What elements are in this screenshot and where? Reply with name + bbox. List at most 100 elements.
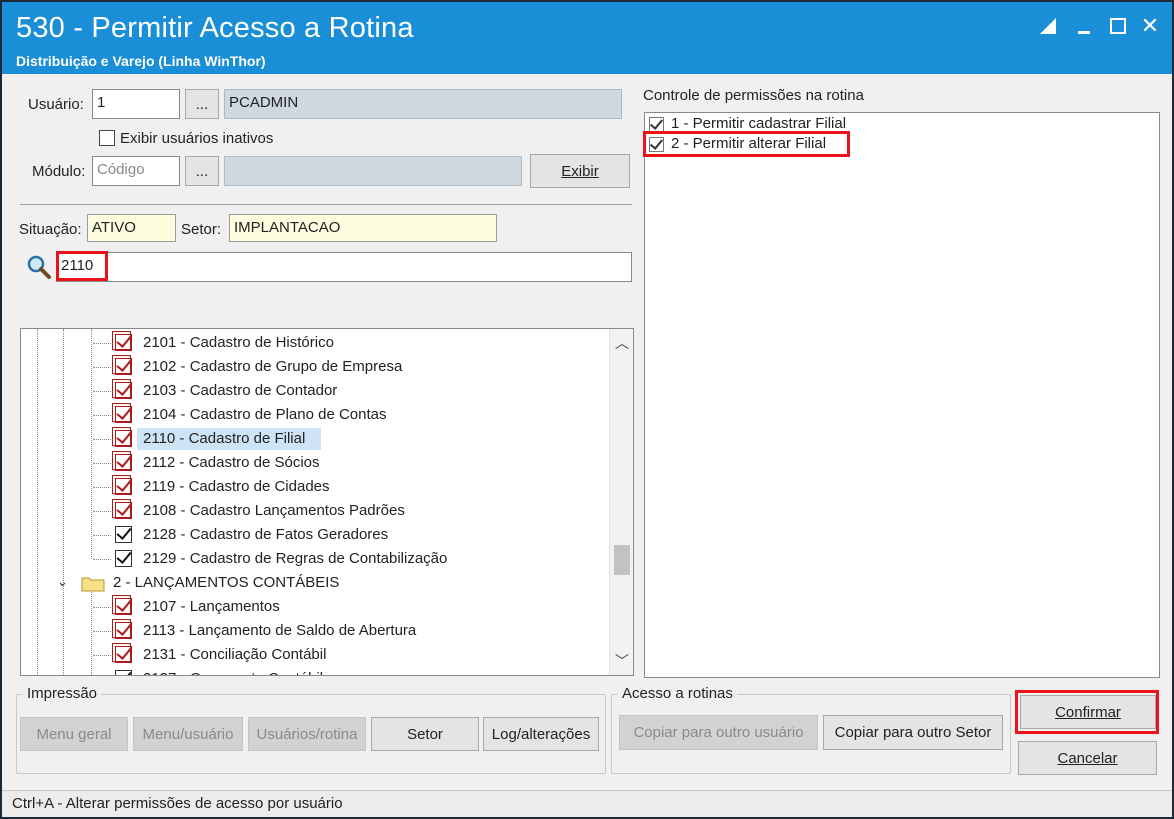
tree-item[interactable]: 2104 - Cadastro de Plano de Contas (21, 403, 611, 427)
chevron-down-icon[interactable]: ⌄ (57, 574, 68, 590)
tree-item-label: 2119 - Cadastro de Cidades (143, 478, 330, 495)
tree-item-checkbox[interactable] (112, 499, 132, 519)
tree-item-checkbox[interactable] (112, 643, 132, 663)
copiar-usuario-button[interactable]: Copiar para outro usuário (619, 715, 818, 750)
status-text: Ctrl+A - Alterar permissões de acesso po… (12, 795, 343, 812)
setor-label: Setor: (181, 221, 222, 238)
setor-field: IMPLANTACAO (229, 214, 497, 242)
exibir-button[interactable]: Exibir (530, 154, 630, 188)
copiar-usuario-label: Copiar para outro usuário (633, 724, 804, 741)
tree-item-label: 2128 - Cadastro de Fatos Geradores (143, 526, 389, 543)
copiar-setor-button[interactable]: Copiar para outro Setor (823, 715, 1003, 750)
tree-item[interactable]: 2137 - Orçamento Contábil (21, 667, 611, 675)
window-subtitle: Distribuição e Varejo (Linha WinThor) (16, 53, 266, 69)
scroll-down-icon[interactable]: ﹀ (615, 655, 629, 669)
status-bar: Ctrl+A - Alterar permissões de acesso po… (2, 790, 1172, 817)
tree-item-checkbox[interactable] (112, 355, 132, 375)
menu-geral-label: Menu geral (36, 725, 112, 743)
minimize-icon[interactable] (1070, 14, 1098, 38)
confirmar-button[interactable]: Confirmar (1020, 695, 1156, 729)
log-alteracoes-button[interactable]: Log/alterações (483, 717, 599, 751)
modulo-code-input[interactable]: Código (92, 156, 180, 186)
tree-item[interactable]: 2131 - Conciliação Contábil (21, 643, 611, 667)
scroll-thumb[interactable] (614, 545, 630, 575)
setor-button[interactable]: Setor (371, 717, 479, 751)
cancelar-label: Cancelar (1057, 749, 1118, 767)
situacao-field: ATIVO (87, 214, 176, 242)
exibir-inativos-label: Exibir usuários inativos (120, 130, 274, 147)
routine-tree[interactable]: 2101 - Cadastro de Histórico 2102 - Cadas… (20, 328, 634, 676)
copiar-setor-label: Copiar para outro Setor (834, 724, 992, 741)
tree-item-checkbox[interactable] (112, 619, 132, 639)
tree-item-label: 2129 - Cadastro de Regras de Contabiliza… (143, 550, 448, 567)
permissions-title: Controle de permissões na rotina (643, 87, 864, 104)
title-bar: 530 - Permitir Acesso a Rotina Distribui… (2, 2, 1172, 74)
scroll-up-icon[interactable]: ︿ (615, 337, 629, 351)
usuario-code-input[interactable]: 1 (92, 89, 180, 119)
modulo-name-field (224, 156, 522, 186)
search-icon (26, 254, 52, 280)
usuarios-rotina-label: Usuários/rotina (256, 725, 358, 743)
tree-item[interactable]: 2103 - Cadastro de Contador (21, 379, 611, 403)
close-icon[interactable]: ✕ (1136, 14, 1164, 39)
confirmar-label: Confirmar (1055, 703, 1121, 721)
restore-icon[interactable] (1034, 14, 1062, 38)
permission-label: 2 - Permitir alterar Filial (671, 135, 827, 152)
tree-folder[interactable]: ⌄ 2 - LANÇAMENTOS CONTÁBEIS (21, 571, 611, 595)
acesso-title: Acesso a rotinas (618, 685, 737, 702)
tree-item-checkbox[interactable] (112, 403, 132, 423)
exibir-inativos-checkbox[interactable] (99, 130, 115, 146)
tree-item-checkbox[interactable] (112, 331, 132, 351)
tree-item-checkbox[interactable] (115, 526, 132, 543)
cancelar-button[interactable]: Cancelar (1018, 741, 1157, 775)
window-title: 530 - Permitir Acesso a Rotina (16, 12, 414, 44)
permission-label: 1 - Permitir cadastrar Filial (671, 115, 847, 132)
menu-usuario-label: Menu/usuário (142, 725, 234, 743)
menu-usuario-button[interactable]: Menu/usuário (133, 717, 243, 751)
tree-item-checkbox[interactable] (112, 379, 132, 399)
modulo-label: Módulo: (32, 163, 86, 180)
tree-item[interactable]: 2128 - Cadastro de Fatos Geradores (21, 523, 611, 547)
tree-item-label: 2101 - Cadastro de Histórico (143, 334, 334, 351)
log-alteracoes-label: Log/alterações (491, 725, 591, 743)
usuarios-rotina-button[interactable]: Usuários/rotina (248, 717, 366, 751)
tree-item-label: 2112 - Cadastro de Sócios (143, 454, 320, 471)
permission-checkbox[interactable] (649, 137, 664, 152)
tree-item[interactable]: 2110 - Cadastro de Filial (21, 427, 611, 451)
permission-checkbox[interactable] (649, 117, 664, 132)
exibir-button-label: Exibir (561, 162, 599, 180)
impressao-title: Impressão (23, 685, 102, 702)
tree-item-label: 2131 - Conciliação Contábil (143, 646, 327, 663)
usuario-label: Usuário: (28, 96, 84, 113)
permissions-list[interactable]: 1 - Permitir cadastrar Filial 2 - Permit… (644, 112, 1160, 678)
menu-geral-button[interactable]: Menu geral (20, 717, 128, 751)
tree-item-checkbox[interactable] (115, 550, 132, 567)
tree-item[interactable]: 2113 - Lançamento de Saldo de Abertura (21, 619, 611, 643)
tree-item[interactable]: 2129 - Cadastro de Regras de Contabiliza… (21, 547, 611, 571)
tree-item[interactable]: 2102 - Cadastro de Grupo de Empresa (21, 355, 611, 379)
usuario-name-field: PCADMIN (224, 89, 622, 119)
search-input[interactable]: 2110 (56, 252, 632, 282)
tree-item-checkbox[interactable] (112, 595, 132, 615)
usuario-lookup-button[interactable]: ... (185, 89, 219, 119)
tree-item-checkbox[interactable] (112, 451, 132, 471)
modulo-lookup-button[interactable]: ... (185, 156, 219, 186)
permission-item[interactable]: 1 - Permitir cadastrar Filial (649, 115, 1149, 135)
tree-item[interactable]: 2112 - Cadastro de Sócios (21, 451, 611, 475)
maximize-icon[interactable] (1104, 14, 1132, 38)
tree-item-checkbox[interactable] (112, 427, 132, 447)
tree-item-label: 2104 - Cadastro de Plano de Contas (143, 406, 387, 423)
tree-item[interactable]: 2119 - Cadastro de Cidades (21, 475, 611, 499)
tree-scrollbar[interactable]: ︿ ﹀ (609, 329, 633, 675)
tree-item[interactable]: 2107 - Lançamentos (21, 595, 611, 619)
tree-item-label: 2108 - Cadastro Lançamentos Padrões (143, 502, 405, 519)
tree-item-checkbox[interactable] (112, 475, 132, 495)
divider (20, 204, 632, 205)
tree-item-checkbox[interactable] (115, 670, 132, 675)
folder-icon (81, 575, 105, 592)
permission-item[interactable]: 2 - Permitir alterar Filial (649, 135, 1149, 155)
tree-item-label: 2113 - Lançamento de Saldo de Abertura (143, 622, 417, 639)
tree-item[interactable]: 2101 - Cadastro de Histórico (21, 331, 611, 355)
tree-item-label: 2102 - Cadastro de Grupo de Empresa (143, 358, 403, 375)
tree-item[interactable]: 2108 - Cadastro Lançamentos Padrões (21, 499, 611, 523)
